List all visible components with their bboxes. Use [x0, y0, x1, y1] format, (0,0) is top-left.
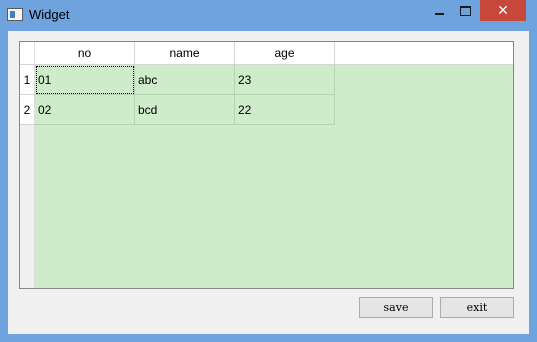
column-header-name[interactable]: name — [135, 42, 235, 65]
table-cell-r1-no[interactable]: 01 — [35, 65, 135, 95]
close-button[interactable]: ✕ — [480, 0, 526, 21]
exit-button[interactable]: exit — [440, 297, 514, 318]
maximize-icon — [459, 5, 471, 16]
table-cell-r2-no[interactable]: 02 — [35, 95, 135, 125]
close-icon: ✕ — [497, 2, 509, 19]
app-window: Widget ✕ no name age 1 2 01 abc 23 02 bc… — [0, 0, 537, 342]
table-corner-button[interactable] — [20, 42, 35, 65]
table-cell-r1-age[interactable]: 23 — [235, 65, 335, 95]
save-button[interactable]: save — [359, 297, 433, 318]
table-cell-r1-name[interactable]: abc — [135, 65, 235, 95]
minimize-button[interactable] — [427, 0, 451, 21]
title-bar[interactable]: Widget ✕ — [0, 0, 537, 31]
maximize-button[interactable] — [452, 0, 478, 21]
table-cell-r2-name[interactable]: bcd — [135, 95, 235, 125]
row-header-2[interactable]: 2 — [20, 95, 35, 125]
window-title: Widget — [29, 7, 70, 22]
minimize-icon — [434, 12, 444, 15]
client-area: no name age 1 2 01 abc 23 02 bcd 22 save… — [8, 31, 529, 334]
data-table[interactable]: no name age 1 2 01 abc 23 02 bcd 22 — [19, 41, 514, 289]
window-app-icon — [7, 8, 23, 21]
column-header-no[interactable]: no — [35, 42, 135, 65]
column-header-age[interactable]: age — [235, 42, 335, 65]
table-cell-r2-age[interactable]: 22 — [235, 95, 335, 125]
row-header-1[interactable]: 1 — [20, 65, 35, 95]
header-filler — [335, 42, 513, 65]
